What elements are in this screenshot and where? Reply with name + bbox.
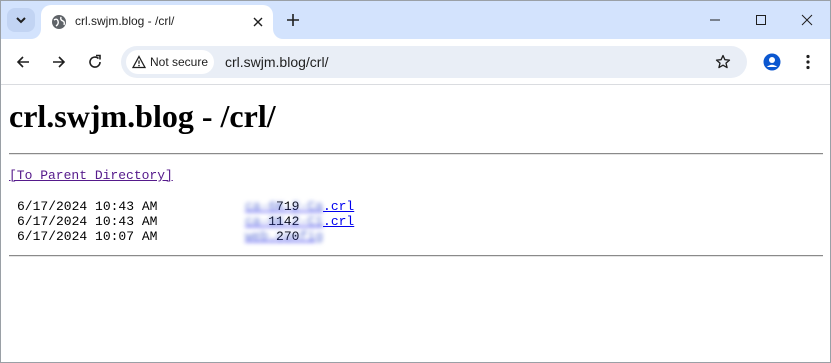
page-heading: crl.swjm.blog - /crl/ <box>9 98 276 134</box>
active-tab[interactable]: crl.swjm.blog - /crl/ <box>41 5 273 39</box>
maximize-icon <box>756 15 766 25</box>
forward-icon <box>53 56 66 68</box>
reload-icon <box>89 54 101 68</box>
bottom-divider <box>9 255 823 257</box>
tab-close-button[interactable] <box>249 13 267 31</box>
bookmark-star-icon <box>715 54 731 69</box>
warning-triangle-icon <box>132 55 146 69</box>
list-item: 6/17/2024 10:07 AM 270 web.config <box>9 229 323 244</box>
file-date: 6/17/2024 10:43 AM <box>17 214 158 229</box>
security-chip-label: Not secure <box>150 55 209 69</box>
profile-icon <box>763 53 781 71</box>
new-tab-icon <box>287 14 299 26</box>
file-extension: .crl <box>323 199 355 214</box>
file-name-redacted: web.config <box>245 229 324 244</box>
parent-directory-link[interactable]: [To Parent Directory] <box>9 168 173 183</box>
file-link[interactable]: ca-6K-2-C1.crl <box>245 214 354 229</box>
menu-kebab-icon <box>806 54 810 70</box>
file-date: 6/17/2024 10:07 AM <box>17 229 158 244</box>
menu-button[interactable] <box>796 50 820 74</box>
reload-button[interactable] <box>83 50 107 74</box>
file-extension: .crl <box>323 214 355 229</box>
list-item: 6/17/2024 10:43 AM 1142 ca-6K-2-C1.crl <box>9 214 354 229</box>
globe-favicon-icon <box>52 15 66 29</box>
browser-window: crl.swjm.blog - /crl/ Not secure crl.swj… <box>0 0 831 363</box>
file-name-redacted: ca-6K-2-C1 <box>245 214 324 229</box>
file-link[interactable]: web.config <box>245 229 323 244</box>
address-bar[interactable]: Not secure crl.swjm.blog/crl/ <box>121 46 747 78</box>
tab-close-icon <box>253 17 263 27</box>
profile-button[interactable] <box>760 50 784 74</box>
new-tab-button[interactable] <box>283 10 303 30</box>
file-link[interactable]: ca-6K-2-Ca.crl <box>245 199 354 214</box>
minimize-icon <box>710 19 720 21</box>
page-content: crl.swjm.blog - /crl/ [To Parent Directo… <box>1 86 830 362</box>
top-divider <box>9 153 823 155</box>
window-close-icon <box>801 14 813 26</box>
url-text[interactable]: crl.swjm.blog/crl/ <box>225 54 328 70</box>
file-name-redacted: ca-6K-2-Ca <box>245 199 324 214</box>
close-window-button[interactable] <box>784 1 830 39</box>
bookmark-button[interactable] <box>713 52 733 72</box>
tab-search-icon <box>16 17 26 24</box>
back-button[interactable] <box>11 50 35 74</box>
tab-strip: crl.swjm.blog - /crl/ <box>1 1 830 39</box>
security-chip[interactable]: Not secure <box>126 50 214 74</box>
back-icon <box>16 56 29 68</box>
browser-toolbar: Not secure crl.swjm.blog/crl/ <box>1 39 830 85</box>
maximize-button[interactable] <box>738 1 784 39</box>
file-listing: 6/17/2024 10:43 AM 719 ca-6K-2-Ca.crl 6/… <box>9 199 354 244</box>
tab-title: crl.swjm.blog - /crl/ <box>75 14 175 28</box>
list-item: 6/17/2024 10:43 AM 719 ca-6K-2-Ca.crl <box>9 199 354 214</box>
forward-button[interactable] <box>47 50 71 74</box>
minimize-button[interactable] <box>692 1 738 39</box>
file-date: 6/17/2024 10:43 AM <box>17 199 158 214</box>
